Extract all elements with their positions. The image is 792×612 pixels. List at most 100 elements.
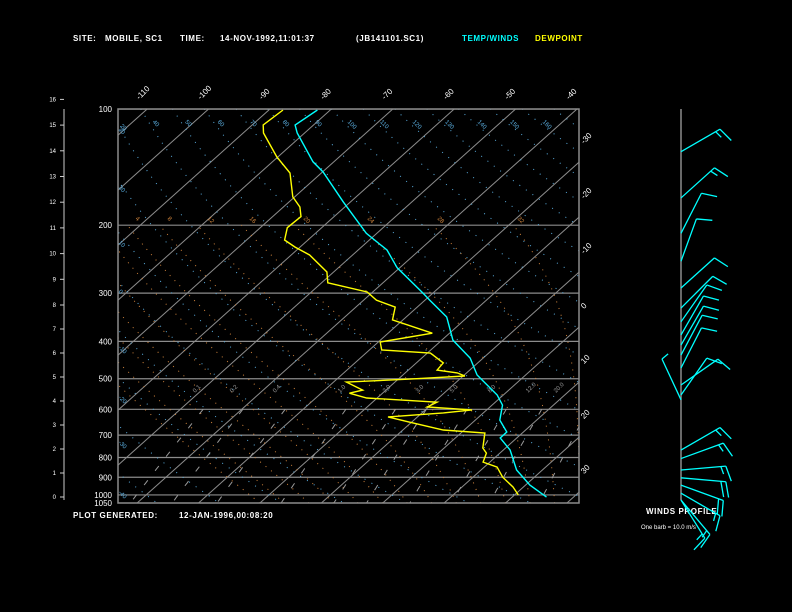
mixing-ratio-line xyxy=(451,409,507,503)
mixing-ratio-line xyxy=(171,408,244,503)
isotherm-right-label: -10 xyxy=(579,241,594,256)
height-tick-label: 12 xyxy=(49,200,56,206)
wind-barb-flag xyxy=(719,427,732,440)
legend-dewpoint: DEWPOINT xyxy=(535,34,583,43)
isotherm-top-label: -100 xyxy=(196,83,214,101)
site-label: SITE: xyxy=(73,34,96,43)
wind-barb-flag xyxy=(720,481,725,498)
isotherm-top-label: -70 xyxy=(380,86,395,101)
moist-adiabat-line xyxy=(293,224,506,503)
wind-barb xyxy=(680,128,732,153)
dry-adiabat-label: 60 xyxy=(216,119,225,128)
moist-adiabat-line xyxy=(118,310,334,503)
wind-barb-staff xyxy=(680,305,705,346)
pressure-tick-label: 1050 xyxy=(94,499,112,508)
height-tick-label: 6 xyxy=(53,351,57,357)
moist-adiabat-label: 12 xyxy=(206,216,215,225)
height-tick-label: 4 xyxy=(53,399,57,405)
wind-barb-flag xyxy=(715,515,721,532)
height-tick-label: 11 xyxy=(50,226,57,232)
skew-t-chart: SITE: MOBILE, SC1 TIME: 14-NOV-1992,11:0… xyxy=(49,34,792,551)
pressure-tick-label: 100 xyxy=(99,105,113,114)
wind-barb-staff xyxy=(680,218,698,262)
wind-barb-flag xyxy=(718,444,724,452)
height-tick-label: 15 xyxy=(49,123,56,129)
isotherm-right-label: 30 xyxy=(579,463,592,476)
pressure-tick-label: 200 xyxy=(99,221,113,230)
isotherm-line xyxy=(505,436,579,503)
wind-barb xyxy=(680,192,718,234)
wind-barb-flag xyxy=(701,314,718,320)
wind-barb-staff xyxy=(680,167,715,199)
mixing-ratio-label: 1.0 xyxy=(337,384,348,395)
isotherm-top-label: -90 xyxy=(257,86,272,101)
isotherm-line xyxy=(118,109,394,356)
wind-barb-flag xyxy=(719,128,732,141)
dry-adiabat-line xyxy=(118,329,345,503)
height-tick-label: 3 xyxy=(53,423,57,429)
moist-adiabat-line xyxy=(118,361,285,503)
moist-adiabat-line xyxy=(431,224,556,503)
dry-adiabat-line xyxy=(458,109,579,202)
isotherm-line xyxy=(259,216,579,503)
dry-adiabat-line xyxy=(394,109,579,252)
height-tick-label: 8 xyxy=(53,303,57,309)
wind-barb-staff xyxy=(680,465,726,471)
wind-barb-flag xyxy=(703,305,720,311)
isotherm-line xyxy=(118,109,332,301)
wind-barb-staff xyxy=(680,499,706,539)
isotherm-line xyxy=(118,109,209,191)
height-tick-label: 9 xyxy=(53,277,57,283)
winds-barb-note: One barb = 10.0 m/s xyxy=(641,525,696,531)
wind-barb-flag xyxy=(721,500,724,517)
wind-barb-flag xyxy=(716,498,720,515)
mixing-ratio-line xyxy=(489,409,543,503)
plot-generated-time: 12-JAN-1996,00:08:20 xyxy=(179,511,273,520)
moist-adiabat-label: 16 xyxy=(248,216,257,225)
mixing-ratio-label: 5.0 xyxy=(449,384,460,395)
isotherm-line xyxy=(382,326,579,503)
moist-adiabat-label: 4 xyxy=(134,216,141,223)
dry-adiabat-label: 110 xyxy=(378,119,389,130)
dry-adiabat-label: 100 xyxy=(346,119,358,131)
height-tick-label: 16 xyxy=(49,97,56,103)
isotherm-right-label: 0 xyxy=(579,301,589,311)
mixing-ratio-label: 0.2 xyxy=(229,384,240,395)
mixing-ratio-label: 0.1 xyxy=(192,384,203,395)
wind-barb xyxy=(680,327,718,369)
height-tick-label: 1 xyxy=(53,471,57,477)
wind-barb-flag xyxy=(714,257,729,268)
wind-barb-flag xyxy=(715,429,722,437)
isotherm-line xyxy=(198,161,579,503)
legend-temp-winds: TEMP/WINDS xyxy=(462,34,519,43)
wind-barb xyxy=(680,426,732,451)
wind-barbs xyxy=(661,128,733,551)
dry-adiabat-label: 130 xyxy=(443,119,455,131)
dry-adiabat-label: 80 xyxy=(281,119,290,128)
dry-adiabat-line xyxy=(118,124,579,497)
wind-barb-staff xyxy=(680,357,708,396)
moist-adiabat-line xyxy=(159,224,433,503)
height-tick-label: 5 xyxy=(53,375,57,381)
height-tick-label: 14 xyxy=(49,149,56,155)
pressure-tick-label: 300 xyxy=(99,289,113,298)
dry-adiabat-line xyxy=(521,109,579,153)
dry-adiabat-line xyxy=(118,424,220,503)
dry-adiabat-line xyxy=(118,179,531,503)
wind-barb-flag xyxy=(706,284,723,292)
wind-barb-staff xyxy=(680,442,724,460)
wind-barb-flag xyxy=(722,442,733,457)
dry-adiabat-label: 120 xyxy=(411,119,423,131)
moist-adiabat-line xyxy=(118,384,261,503)
isotherm-right-label: 10 xyxy=(579,353,592,366)
moist-adiabat-label: 28 xyxy=(436,216,445,225)
dry-adiabat-line xyxy=(299,109,579,330)
isotherm-line xyxy=(443,381,579,503)
wind-barb-flag xyxy=(703,295,720,301)
wind-barb-flag xyxy=(712,275,728,285)
moist-adiabat-label: 20 xyxy=(302,216,311,225)
moist-adiabat-line xyxy=(118,249,384,503)
mixing-ratio-label: 12.0 xyxy=(525,381,538,394)
wind-barb-flag xyxy=(710,170,718,177)
isotherm-line xyxy=(628,109,792,503)
